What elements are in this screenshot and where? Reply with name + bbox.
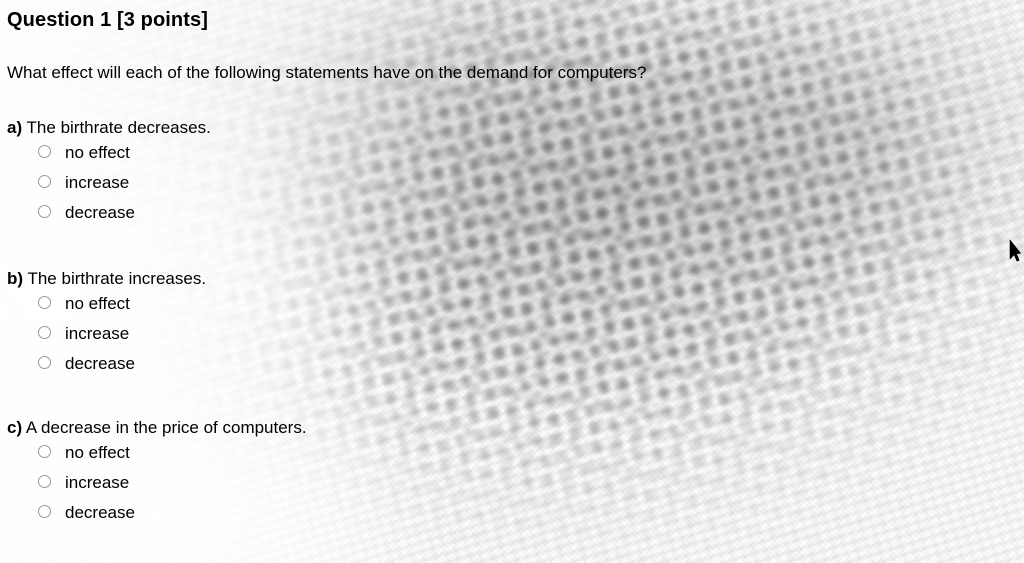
radio-button-icon[interactable] — [38, 475, 51, 488]
part-a-heading: a) The birthrate decreases. — [7, 118, 607, 138]
part-b-letter: b) — [7, 269, 24, 288]
part-a-option-decrease[interactable]: decrease — [7, 198, 607, 228]
question-part-a: a) The birthrate decreases. no effect in… — [7, 118, 607, 228]
part-a-option-label-no-effect: no effect — [65, 143, 130, 162]
question-prompt: What effect will each of the following s… — [7, 63, 647, 82]
part-c-option-increase[interactable]: increase — [7, 468, 607, 498]
part-c-option-label-decrease: decrease — [65, 503, 135, 522]
part-b-statement: The birthrate increases. — [27, 269, 207, 288]
question-content: Question 1 [3 points] What effect will e… — [0, 0, 1024, 563]
part-a-letter: a) — [7, 118, 23, 137]
part-c-option-no-effect[interactable]: no effect — [7, 438, 607, 468]
part-a-option-increase[interactable]: increase — [7, 168, 607, 198]
part-b-option-label-increase: increase — [65, 324, 130, 343]
part-b-option-label-no-effect: no effect — [65, 294, 130, 313]
part-c-option-label-no-effect: no effect — [65, 443, 130, 462]
part-a-option-label-decrease: decrease — [65, 203, 135, 222]
part-a-option-label-increase: increase — [65, 173, 130, 192]
radio-button-icon[interactable] — [38, 175, 51, 188]
part-b-option-decrease[interactable]: decrease — [7, 349, 607, 379]
part-b-option-no-effect[interactable]: no effect — [7, 289, 607, 319]
part-a-statement: The birthrate decreases. — [26, 118, 211, 137]
part-c-heading: c) A decrease in the price of computers. — [7, 418, 607, 438]
radio-button-icon[interactable] — [38, 445, 51, 458]
part-c-option-decrease[interactable]: decrease — [7, 498, 607, 528]
part-b-option-increase[interactable]: increase — [7, 319, 607, 349]
question-part-b: b) The birthrate increases. no effect in… — [7, 269, 607, 379]
radio-button-icon[interactable] — [38, 505, 51, 518]
part-a-option-no-effect[interactable]: no effect — [7, 138, 607, 168]
radio-button-icon[interactable] — [38, 356, 51, 369]
part-c-letter: c) — [7, 418, 23, 437]
radio-button-icon[interactable] — [38, 145, 51, 158]
part-c-option-label-increase: increase — [65, 473, 130, 492]
part-c-statement: A decrease in the price of computers. — [25, 418, 307, 437]
question-title: Question 1 [3 points] — [7, 9, 208, 31]
part-b-heading: b) The birthrate increases. — [7, 269, 607, 289]
part-b-option-label-decrease: decrease — [65, 354, 135, 373]
radio-button-icon[interactable] — [38, 296, 51, 309]
question-part-c: c) A decrease in the price of computers.… — [7, 418, 607, 528]
radio-button-icon[interactable] — [38, 326, 51, 339]
radio-button-icon[interactable] — [38, 205, 51, 218]
